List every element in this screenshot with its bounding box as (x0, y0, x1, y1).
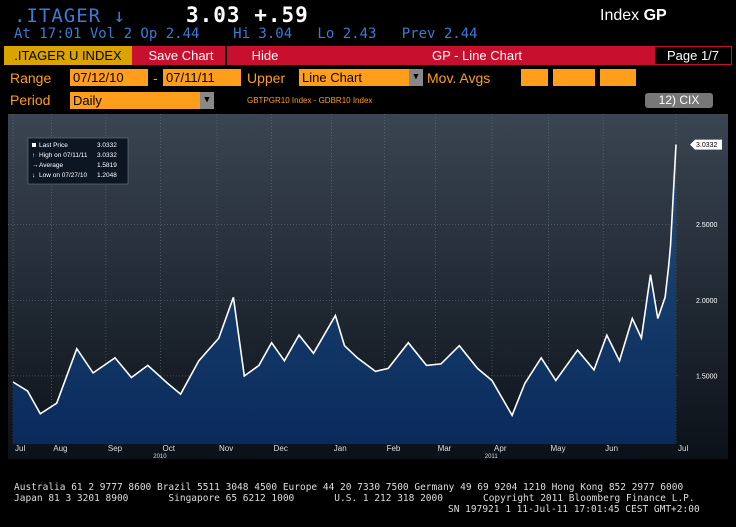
mov-avg-field-2[interactable] (553, 69, 595, 86)
legend-label-low: Low on 07/27/10 (39, 172, 87, 179)
index-code: GP (643, 7, 667, 24)
legend-label-high: High on 07/11/11 (39, 152, 88, 159)
save-chart-button[interactable]: Save Chart (138, 46, 224, 65)
ticker-text: .ITAGER (14, 5, 102, 27)
high-arrow-icon: ↑ (32, 152, 35, 159)
start-date-field[interactable]: 07/12/10 (70, 69, 148, 86)
legend-label-last: Last Price (39, 142, 68, 149)
x-tick-label: Jan (334, 444, 347, 453)
page-indicator[interactable]: Page 1/7 (654, 46, 732, 65)
legend-value-average: 1.5819 (97, 162, 117, 169)
x-tick-label: Apr (494, 444, 507, 453)
x-tick-label: Nov (219, 444, 233, 453)
price-change: +.59 (254, 3, 309, 27)
legend-label-average: Average (39, 162, 63, 169)
ticker-symbol: .ITAGER ↓ (14, 5, 126, 27)
mov-avg-field-3[interactable] (600, 69, 636, 86)
average-arrow-icon: → (32, 162, 39, 169)
y-tick-label: 1.5000 (696, 373, 718, 380)
legend-value-last: 3.0332 (97, 142, 117, 149)
x-tick-label: Oct (163, 444, 176, 453)
legend-value-high: 3.0332 (97, 152, 117, 159)
footer-contacts-1: Australia 61 2 9777 8600 Brazil 5511 304… (14, 482, 684, 493)
security-field[interactable]: .ITAGER U INDEX (4, 46, 132, 65)
down-arrow-icon: ↓ (113, 5, 126, 27)
last-price-tag: 3.0332 (690, 139, 722, 150)
x-tick-label: May (551, 444, 566, 453)
period-select[interactable]: Daily (70, 92, 200, 109)
index-label: Index (600, 7, 640, 24)
x-tick-label: Mar (438, 444, 452, 453)
range-label: Range (10, 70, 52, 86)
mov-avgs-label: Mov. Avgs (427, 70, 491, 86)
x-tick-label: Sep (108, 444, 123, 453)
legend-swatch-last (32, 143, 36, 147)
x-tick-label: Dec (274, 444, 288, 453)
range-dash: - (153, 70, 158, 86)
chevron-down-icon[interactable]: ▼ (200, 92, 214, 109)
chart-type-title: GP - Line Chart (431, 48, 523, 63)
toolbar-divider (225, 46, 227, 65)
price-readout: 3.03 +.59 (186, 3, 309, 27)
last-price-tag-text: 3.0332 (696, 142, 718, 149)
y-tick-label: 2.0000 (696, 298, 718, 305)
y-tick-label: 2.5000 (696, 222, 718, 229)
x-tick-label: Aug (53, 444, 67, 453)
chart-legend: Last Price 3.0332 ↑ High on 07/11/11 3.0… (27, 137, 129, 185)
x-tick-label: Jul (678, 444, 688, 453)
low-arrow-icon: ↓ (32, 172, 35, 179)
cix-button[interactable]: 12) CIX (645, 93, 713, 108)
last-price: 3.03 (186, 3, 241, 27)
quote-line: At 17:01 Vol 2 Op 2.44 Hi 3.04 Lo 2.43 P… (14, 26, 478, 42)
footer-session: SN 197921 1 11-Jul-11 17:01:45 CEST GMT+… (448, 504, 700, 515)
mov-avg-field-1[interactable] (521, 69, 548, 86)
hide-button[interactable]: Hide (228, 46, 302, 65)
index-type: Index GP (600, 7, 667, 25)
x-tick-label: Jun (605, 444, 618, 453)
footer-contacts-2: Japan 81 3 3201 8900 Singapore 65 6212 1… (14, 493, 695, 504)
legend-value-low: 1.2048 (97, 172, 117, 179)
chevron-down-icon[interactable]: ▼ (409, 69, 423, 86)
upper-label: Upper (247, 70, 286, 86)
x-tick-label: Jul (15, 444, 25, 453)
chart-subtitle: GBTPGR10 Index - GDBR10 Index (247, 96, 373, 105)
period-label: Period (10, 92, 51, 108)
x-tick-label: Feb (387, 444, 401, 453)
end-date-field[interactable]: 07/11/11 (163, 69, 241, 86)
upper-chart-select[interactable]: Line Chart (299, 69, 409, 86)
year-label: 2010 (153, 454, 167, 459)
year-label: 2011 (485, 454, 499, 459)
line-chart: Jul Aug Sep Oct Nov Dec Jan Feb Mar Apr May Jun Jul 2… (8, 114, 728, 459)
toolbar: .ITAGER U INDEX Save Chart Hide GP - Lin… (4, 46, 732, 65)
